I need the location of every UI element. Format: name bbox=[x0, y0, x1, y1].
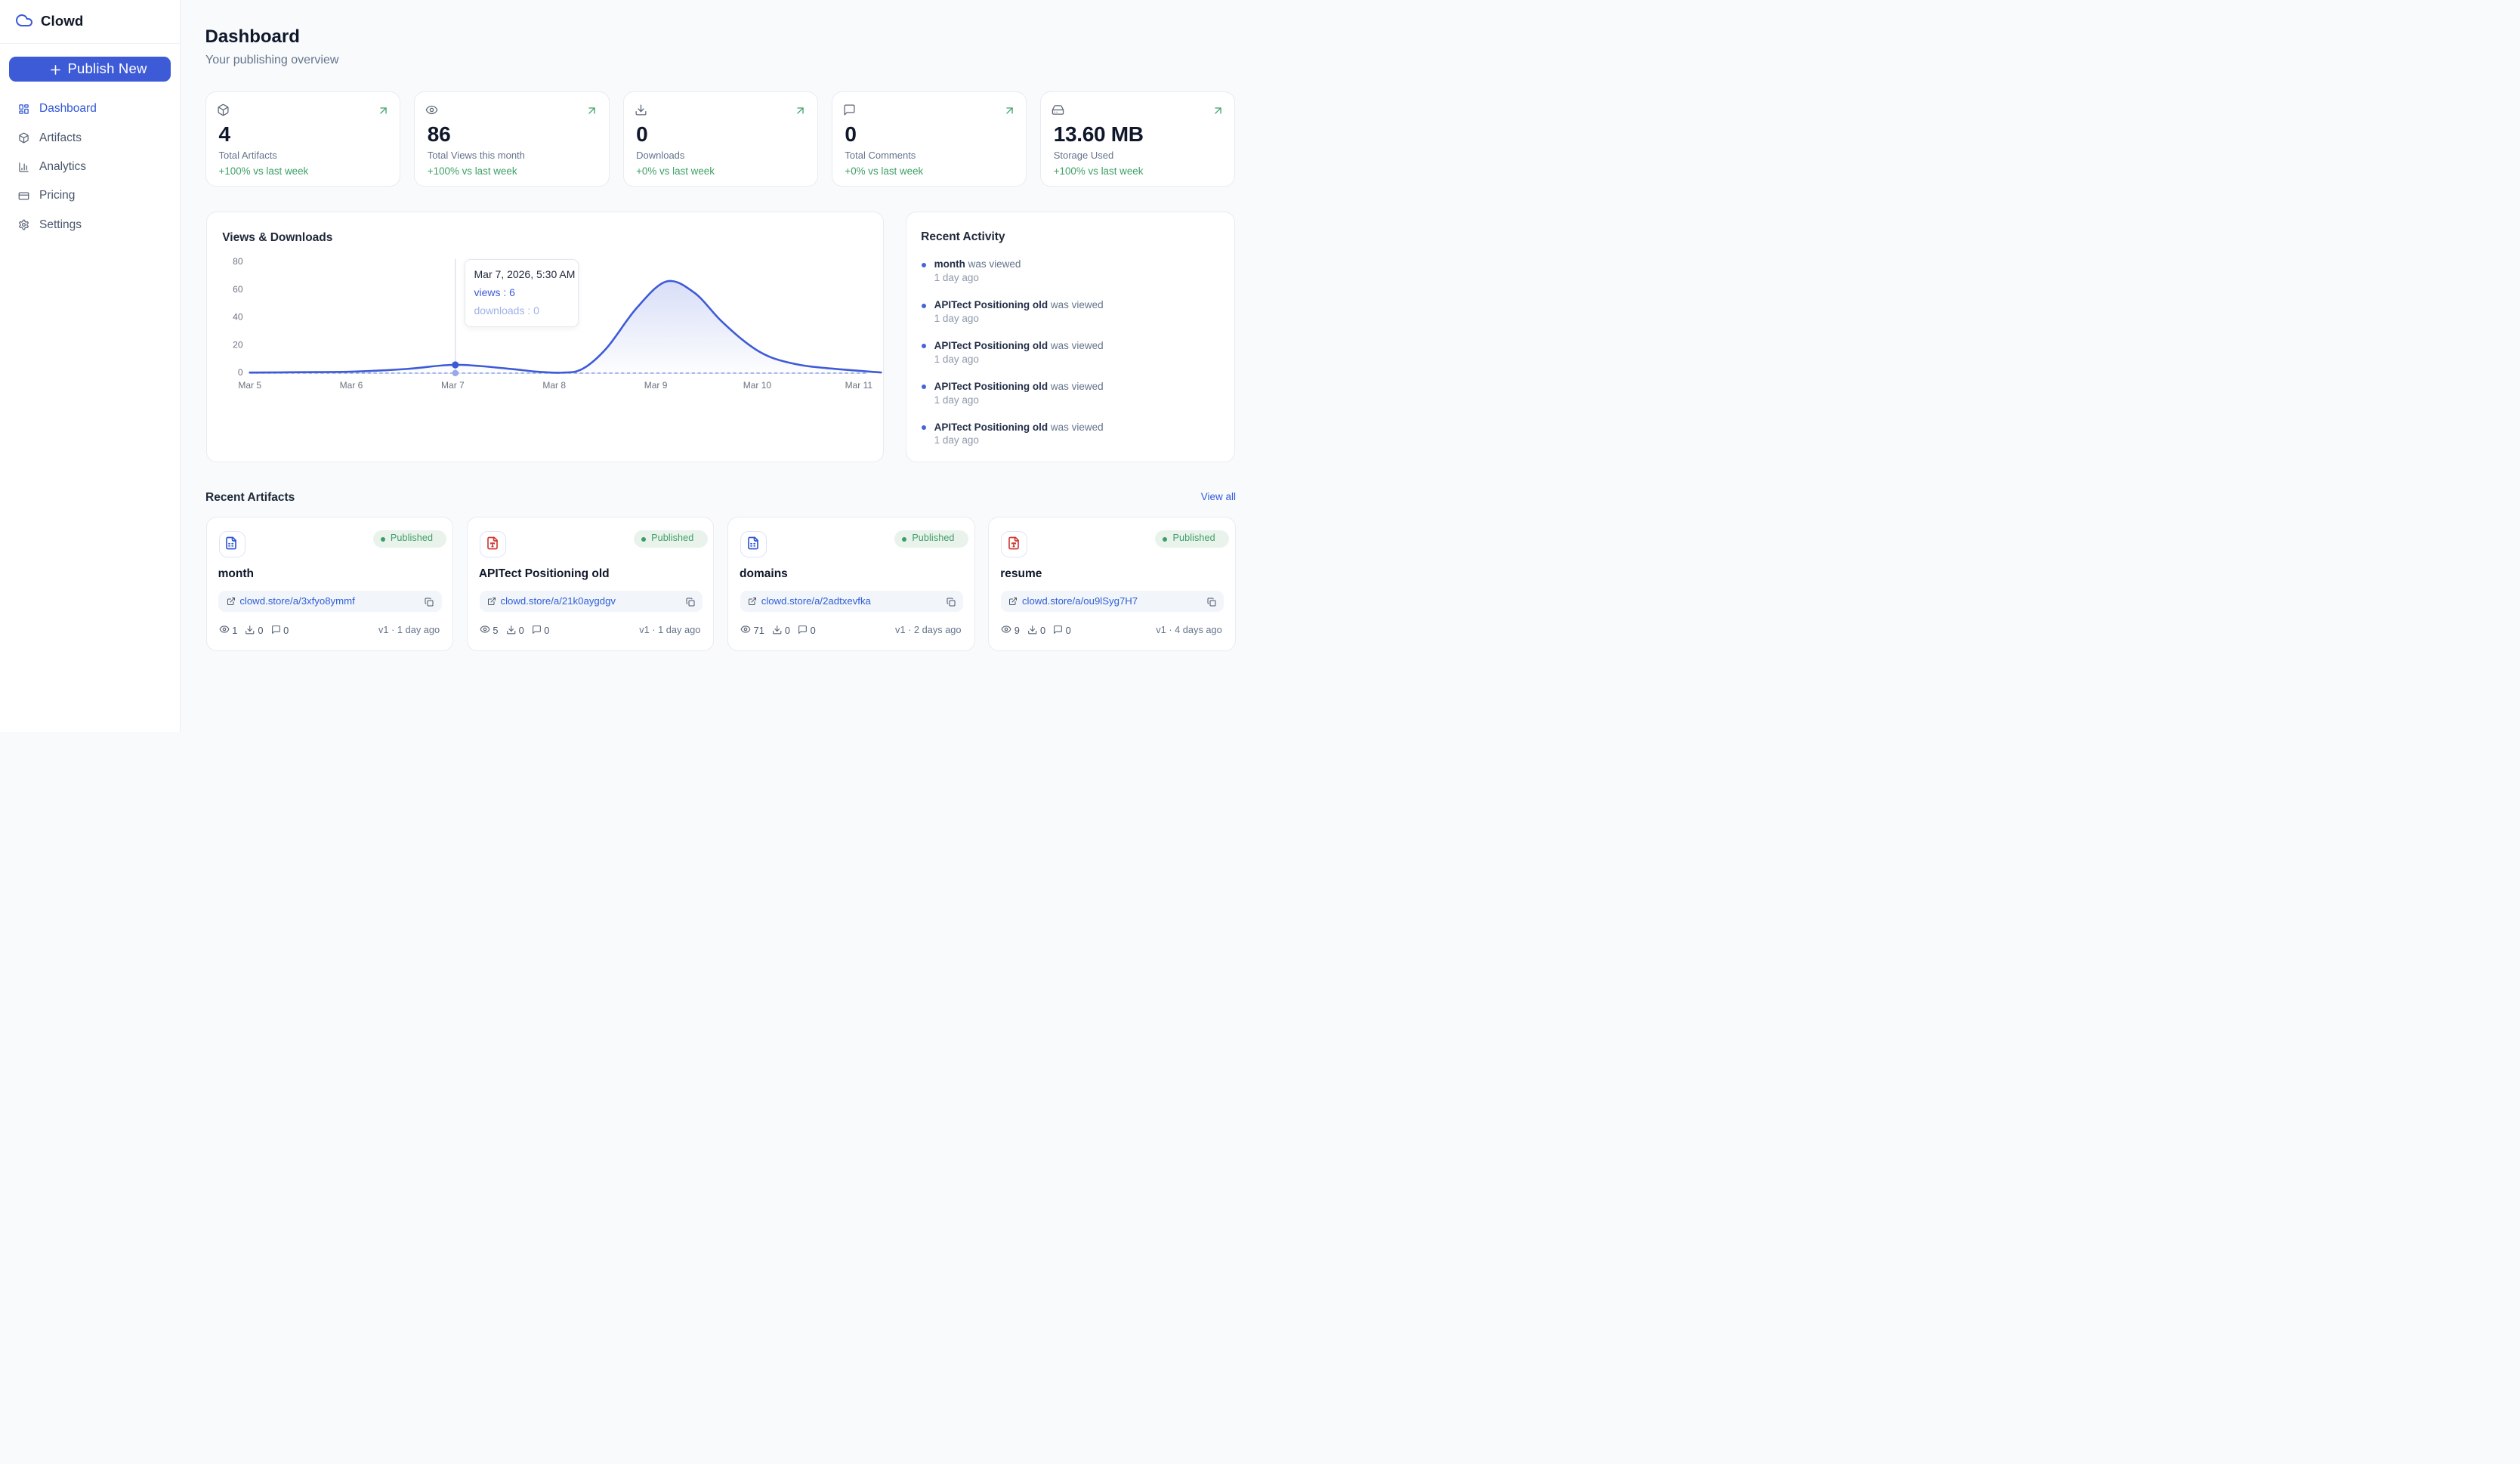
svg-text:Mar 7: Mar 7 bbox=[441, 381, 465, 391]
svg-text:60: 60 bbox=[233, 284, 243, 295]
svg-text:Mar 11: Mar 11 bbox=[845, 381, 872, 391]
svg-text:Mar 10: Mar 10 bbox=[743, 381, 771, 391]
svg-text:20: 20 bbox=[233, 340, 243, 351]
svg-text:80: 80 bbox=[233, 257, 243, 267]
svg-text:Mar 9: Mar 9 bbox=[644, 381, 668, 391]
svg-text:Mar 8: Mar 8 bbox=[542, 381, 566, 391]
svg-text:Mar 6: Mar 6 bbox=[339, 381, 363, 391]
svg-text:40: 40 bbox=[233, 312, 243, 323]
svg-text:Mar 5: Mar 5 bbox=[238, 381, 261, 391]
svg-text:0: 0 bbox=[238, 368, 243, 378]
